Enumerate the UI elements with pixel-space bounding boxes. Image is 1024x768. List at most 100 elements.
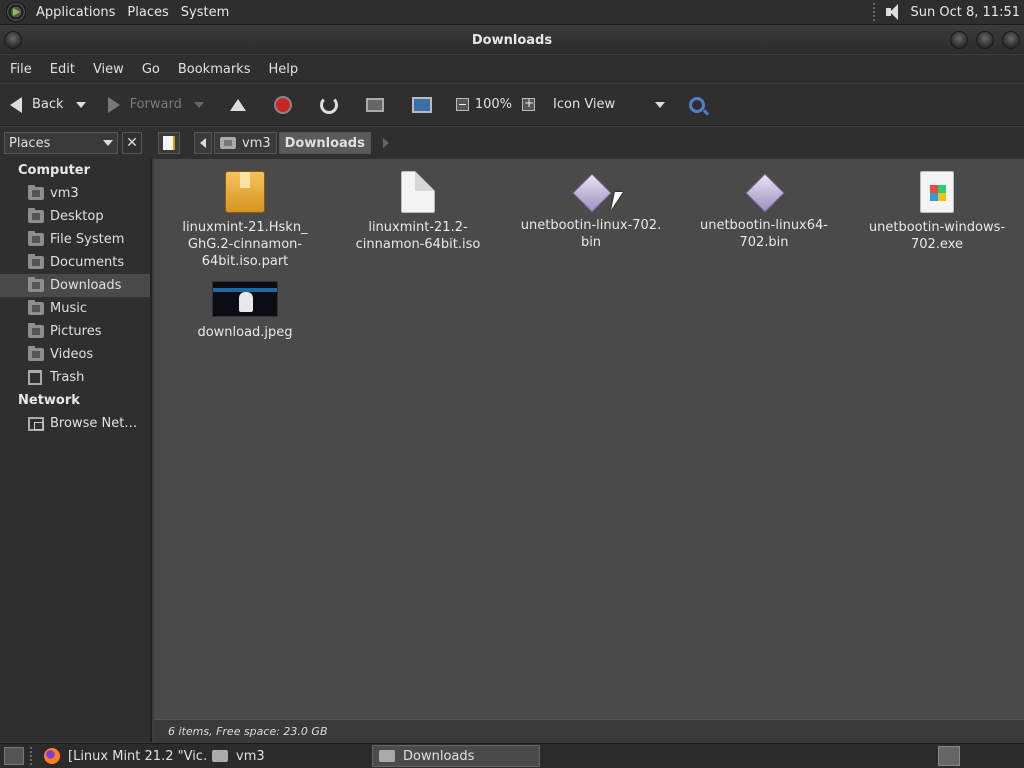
status-text: 6 items, Free space: 23.0 GB: [168, 724, 328, 738]
menu-file[interactable]: File: [2, 62, 40, 77]
taskbar-item-firefox[interactable]: [Linux Mint 21.2 "Vic…: [38, 745, 206, 767]
file-item[interactable]: linuxmint-21.2- cinnamon-64bit.iso: [343, 171, 493, 253]
taskbar-item-downloads[interactable]: Downloads: [372, 745, 540, 767]
sidebar-item-pictures[interactable]: Pictures: [0, 320, 150, 343]
folder-icon: [212, 750, 228, 762]
home-folder-icon: [220, 137, 236, 149]
minimize-button[interactable]: [950, 31, 968, 49]
zoom-out-icon[interactable]: [455, 98, 469, 111]
sidebar-item-label: File System: [50, 232, 125, 247]
sidebar-item-label: Downloads: [50, 278, 122, 293]
menu-help[interactable]: Help: [260, 62, 306, 77]
file-item[interactable]: unetbootin-linux64- 702.bin: [689, 171, 839, 251]
breadcrumb-downloads[interactable]: Downloads: [278, 132, 371, 154]
panel-menu-applications[interactable]: Applications: [30, 5, 121, 20]
maximize-button[interactable]: [976, 31, 994, 49]
file-name: unetbootin-windows- 702.exe: [868, 220, 1006, 252]
file-item[interactable]: unetbootin-linux-702. bin: [516, 171, 666, 251]
view-mode-select[interactable]: Icon View: [545, 90, 677, 120]
window-titlebar[interactable]: Downloads: [0, 26, 1024, 54]
close-window-button[interactable]: [1002, 31, 1020, 49]
documents-folder-icon: [28, 254, 44, 269]
reload-button[interactable]: [306, 90, 352, 120]
up-arrow-icon: [229, 98, 246, 111]
window-title: Downloads: [471, 32, 553, 48]
status-bar: 6 items, Free space: 23.0 GB: [154, 719, 1024, 742]
panel-menu-places[interactable]: Places: [121, 5, 174, 20]
file-name: download.jpeg: [197, 325, 293, 340]
breadcrumb-label: vm3: [242, 135, 271, 151]
search-icon: [689, 96, 706, 113]
close-sidebar-button[interactable]: ✕: [122, 132, 142, 154]
chevron-left-icon: [200, 138, 206, 148]
top-panel: Applications Places System Sun Oct 8, 11…: [0, 0, 1024, 25]
panel-clock[interactable]: Sun Oct 8, 11:51: [911, 5, 1024, 20]
back-history-dropdown[interactable]: [75, 101, 86, 108]
file-item[interactable]: download.jpeg: [170, 281, 320, 341]
menu-bookmarks[interactable]: Bookmarks: [170, 62, 259, 77]
sidebar-item-documents[interactable]: Documents: [0, 251, 150, 274]
music-folder-icon: [28, 300, 44, 315]
reload-icon: [319, 95, 338, 114]
stop-button[interactable]: [260, 90, 306, 120]
home-folder-icon: [365, 97, 384, 112]
sidebar-item-label: Browse Net…: [50, 416, 138, 431]
network-icon: [28, 416, 44, 431]
path-bar: vm3 Downloads: [152, 127, 1024, 159]
folder-icon: [379, 750, 395, 762]
breadcrumb-label: Downloads: [284, 135, 365, 151]
binary-file-icon: [746, 175, 782, 211]
file-item[interactable]: unetbootin-windows- 702.exe: [862, 171, 1012, 253]
computer-button[interactable]: [398, 90, 446, 120]
window-menu-button[interactable]: [4, 31, 22, 49]
menu-edit[interactable]: Edit: [42, 62, 83, 77]
file-name: linuxmint-21.Hskn_ GhG.2-cinnamon- 64bit…: [182, 220, 308, 269]
up-button[interactable]: [216, 90, 260, 120]
search-button[interactable]: [677, 90, 709, 120]
workspace-switcher[interactable]: [938, 746, 960, 766]
taskbar-item-label: Downloads: [403, 748, 475, 764]
forward-button[interactable]: Forward: [98, 90, 216, 120]
stop-icon: [273, 95, 292, 114]
menu-go[interactable]: Go: [134, 62, 168, 77]
edit-location-button[interactable]: [158, 132, 180, 154]
mint-menu-icon[interactable]: [6, 2, 26, 22]
sidebar-item-videos[interactable]: Videos: [0, 343, 150, 366]
sidebar-item-vm3[interactable]: vm3: [0, 182, 150, 205]
sidebar-item-desktop[interactable]: Desktop: [0, 205, 150, 228]
show-desktop-button[interactable]: [4, 747, 24, 765]
file-item[interactable]: linuxmint-21.Hskn_ GhG.2-cinnamon- 64bit…: [170, 171, 320, 270]
back-button[interactable]: Back: [0, 90, 98, 120]
sidebar-item-label: Videos: [50, 347, 94, 362]
volume-icon[interactable]: [885, 3, 903, 21]
path-scroll-left-button[interactable]: [194, 132, 212, 154]
home-button[interactable]: [352, 90, 398, 120]
menu-view[interactable]: View: [85, 62, 132, 77]
sidebar-item-label: Music: [50, 301, 87, 316]
computer-icon: [411, 96, 432, 113]
sidebar-item-browse-network[interactable]: Browse Net…: [0, 412, 150, 435]
sidebar-type-select[interactable]: Places: [4, 132, 118, 154]
sidebar-item-file-system[interactable]: File System: [0, 228, 150, 251]
panel-grip: [30, 747, 34, 765]
sidebar-item-downloads[interactable]: Downloads: [0, 274, 150, 297]
file-view[interactable]: linuxmint-21.Hskn_ GhG.2-cinnamon- 64bit…: [154, 159, 1024, 719]
sidebar-item-label: vm3: [50, 186, 79, 201]
windows-executable-icon: [920, 171, 954, 213]
zoom-level[interactable]: 100%: [475, 97, 512, 112]
sidebar-item-trash[interactable]: Trash: [0, 366, 150, 389]
path-scroll-right-button[interactable]: [382, 138, 389, 148]
file-name: linuxmint-21.2- cinnamon-64bit.iso: [355, 220, 481, 252]
sidebar: Computer vm3 Desktop File System Documen…: [0, 159, 152, 742]
sidebar-item-music[interactable]: Music: [0, 297, 150, 320]
panel-menu-system[interactable]: System: [175, 5, 235, 20]
taskbar-item-label: vm3: [236, 748, 265, 764]
sidebar-heading-network: Network: [18, 393, 80, 408]
taskbar-item-vm3[interactable]: vm3: [206, 745, 372, 767]
package-icon: [225, 171, 265, 213]
breadcrumb-vm3[interactable]: vm3: [214, 132, 277, 154]
trash-icon: [28, 370, 42, 385]
file-name: unetbootin-linux-702. bin: [520, 218, 662, 250]
zoom-in-icon[interactable]: [522, 96, 536, 111]
forward-history-dropdown[interactable]: [193, 101, 204, 108]
